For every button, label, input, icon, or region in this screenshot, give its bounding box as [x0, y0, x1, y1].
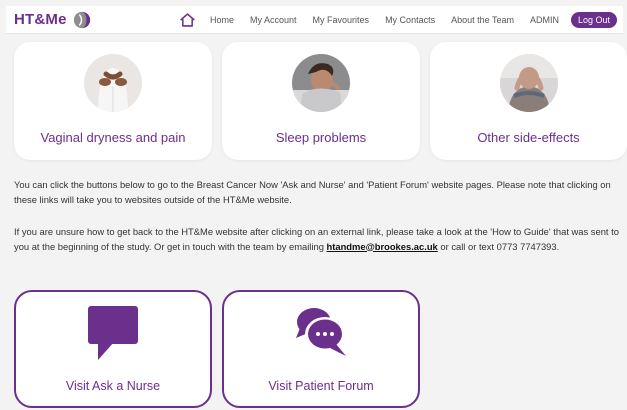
nav-home[interactable]: Home [202, 15, 242, 25]
nav-admin[interactable]: ADMIN [522, 15, 567, 25]
brand[interactable]: HT&Me [14, 11, 91, 29]
woman-sleeping-photo [292, 54, 350, 112]
nav-my-account[interactable]: My Account [242, 15, 305, 25]
nav-about-the-team[interactable]: About the Team [443, 15, 522, 25]
brand-logo-icon [73, 11, 90, 28]
visit-ask-a-nurse-button[interactable]: Visit Ask a Nurse [14, 290, 212, 408]
woman-pelvis-photo [84, 54, 142, 112]
intro-paragraph: You can click the buttons below to go to… [14, 179, 611, 205]
nav-my-contacts[interactable]: My Contacts [377, 15, 443, 25]
nav-items: Home My Account My Favourites My Contact… [179, 11, 617, 28]
logout-button[interactable]: Log Out [570, 11, 617, 28]
help-paragraph: If you are unsure how to get back to the… [14, 225, 620, 254]
email-link[interactable]: htandme@brookes.ac.uk [327, 241, 438, 252]
chat-bubbles-icon [296, 308, 346, 356]
topic-cards: Vaginal dryness and pain Sleep problems … [14, 42, 627, 160]
card-other-side-effects[interactable]: Other side-effects [430, 42, 627, 160]
home-icon[interactable] [179, 12, 196, 28]
nav-my-favourites[interactable]: My Favourites [305, 15, 378, 25]
card-label: Vaginal dryness and pain [40, 130, 186, 145]
card-vaginal-dryness[interactable]: Vaginal dryness and pain [14, 42, 212, 160]
woman-head-in-hands-photo [499, 54, 558, 112]
card-label: Sleep problems [275, 130, 367, 145]
card-sleep-problems[interactable]: Sleep problems [222, 42, 420, 160]
top-navbar: HT&Me Home My Account My Favourites My C… [6, 6, 623, 34]
speech-bubble-icon [88, 306, 138, 360]
help-text-after: or call or text 0773 7747393. [437, 240, 560, 252]
visit-patient-forum-button[interactable]: Visit Patient Forum [222, 290, 420, 408]
card-label: Other side-effects [477, 130, 580, 145]
brand-name: HT&Me [14, 11, 67, 28]
button-label: Visit Patient Forum [268, 379, 374, 393]
button-label: Visit Ask a Nurse [65, 379, 161, 393]
